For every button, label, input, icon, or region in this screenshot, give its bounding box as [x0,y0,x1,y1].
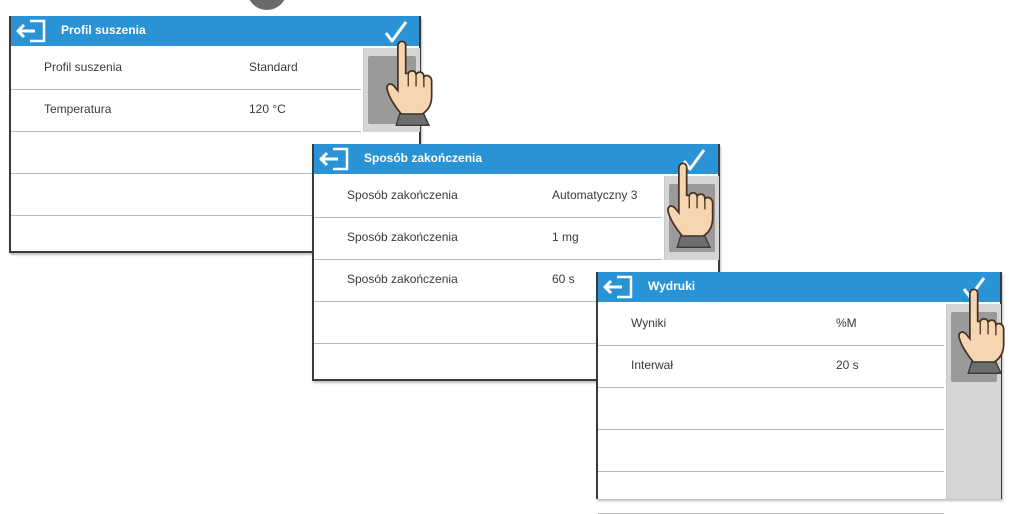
pointing-hand-icon [956,278,1008,382]
row-value: Standard [249,60,298,74]
row-label: Wyniki [631,316,667,330]
list-item[interactable]: Sposób zakończenia Automatyczny 3 [314,176,662,218]
back-icon[interactable] [14,18,48,44]
back-icon[interactable] [601,274,635,300]
row-label: Sposób zakończenia [347,272,458,286]
list-item[interactable]: Interwał 20 s [598,346,944,388]
list-item[interactable]: Temperatura 120 °C [11,90,361,132]
row-value: 60 s [552,272,575,286]
list-item[interactable]: Profil suszenia Standard [11,48,361,90]
list-item[interactable]: Wyniki %M [598,304,944,346]
partial-hand-shadow [247,0,287,10]
page-title: Wydruki [648,279,696,293]
title-bar: Wydruki [598,272,1000,302]
row-label: Interwał [631,358,674,372]
row-value: 1 mg [552,230,579,244]
list-item[interactable] [598,388,944,430]
row-label: Temperatura [44,102,112,116]
pointing-hand-icon [384,30,436,134]
back-icon[interactable] [317,146,351,172]
row-label: Sposób zakończenia [347,188,458,202]
row-label: Sposób zakończenia [347,230,458,244]
row-value: 20 s [836,358,859,372]
list-item[interactable] [598,430,944,472]
row-label: Profil suszenia [44,60,123,74]
page-title: Profil suszenia [61,23,146,37]
panel-printouts: Wydruki Wyniki %M Interwał 20 s [596,272,1002,514]
title-bar: Profil suszenia [11,16,419,46]
list-item[interactable] [598,472,944,514]
row-value: Automatyczny 3 [552,188,638,202]
title-bar: Sposób zakończenia [314,144,718,174]
pointing-hand-icon [665,152,717,256]
page-title: Sposób zakończenia [364,151,483,165]
row-value: %M [836,316,857,330]
row-value: 120 °C [249,102,286,116]
list-item[interactable]: Sposób zakończenia 1 mg [314,218,662,260]
